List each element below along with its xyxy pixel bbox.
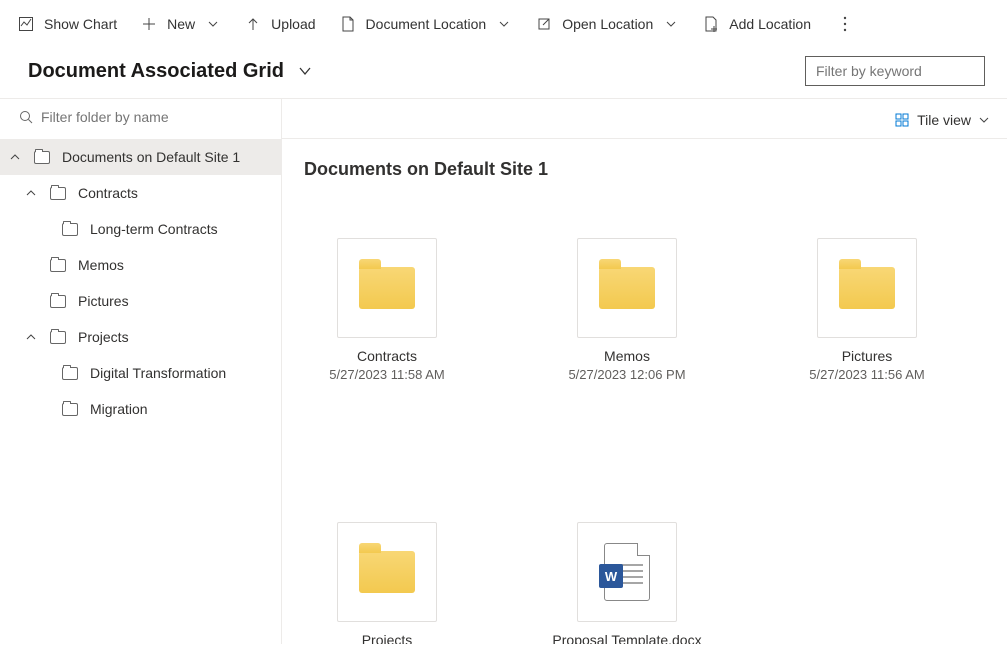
- content: Tile view Documents on Default Site 1 Co…: [282, 99, 1007, 644]
- tree-item[interactable]: Digital Transformation: [0, 355, 281, 391]
- folder-icon: [50, 295, 66, 308]
- folder-icon: [839, 267, 895, 309]
- show-chart-button[interactable]: Show Chart: [18, 16, 117, 32]
- tree-item-label: Documents on Default Site 1: [62, 149, 240, 165]
- folder-tile[interactable]: Contracts5/27/2023 11:58 AM: [337, 238, 437, 382]
- filter-keyword-input[interactable]: [816, 63, 974, 79]
- folder-icon: [50, 331, 66, 344]
- upload-label: Upload: [271, 16, 315, 32]
- add-location-button[interactable]: Add Location: [703, 16, 811, 32]
- chevron-right-icon[interactable]: [24, 258, 38, 272]
- tree-item-label: Digital Transformation: [90, 365, 226, 381]
- more-button[interactable]: [835, 16, 855, 32]
- tile-name: Projects: [362, 632, 413, 644]
- content-header: Documents on Default Site 1: [282, 139, 1007, 188]
- upload-button[interactable]: Upload: [245, 16, 315, 32]
- folder-tree: Documents on Default Site 1 Contracts Long…: [0, 135, 281, 427]
- chevron-down-icon: [663, 16, 679, 32]
- tile-thumbnail: [817, 238, 917, 338]
- filter-keyword[interactable]: [805, 56, 985, 86]
- tile-date: 5/27/2023 12:06 PM: [568, 367, 685, 382]
- tree-item-label: Pictures: [78, 293, 129, 309]
- tile-name: Pictures: [842, 348, 893, 364]
- chart-icon: [18, 16, 34, 32]
- tree-item-label: Migration: [90, 401, 148, 417]
- tile-thumbnail: W: [577, 522, 677, 622]
- word-document-icon: W: [604, 543, 650, 601]
- tree-item[interactable]: Documents on Default Site 1: [0, 139, 281, 175]
- tile-thumbnail: [577, 238, 677, 338]
- folder-filter-input[interactable]: [41, 109, 265, 125]
- content-topbar: Tile view: [282, 99, 1007, 139]
- search-icon: [19, 110, 33, 124]
- open-location-button[interactable]: Open Location: [536, 16, 679, 32]
- view-selector[interactable]: [298, 64, 312, 78]
- folder-tile[interactable]: Memos5/27/2023 12:06 PM: [577, 238, 677, 382]
- add-document-icon: [703, 16, 719, 32]
- chevron-up-icon[interactable]: [8, 150, 22, 164]
- folder-icon: [34, 151, 50, 164]
- tiles: Contracts5/27/2023 11:58 AMMemos5/27/202…: [282, 188, 1007, 644]
- open-location-label: Open Location: [562, 16, 653, 32]
- tile-date: 5/27/2023 11:58 AM: [329, 367, 444, 382]
- toolbar: Show Chart New Upload Document Location …: [0, 0, 1007, 48]
- add-location-label: Add Location: [729, 16, 811, 32]
- tile-name: Contracts: [357, 348, 417, 364]
- folder-icon: [50, 259, 66, 272]
- document-icon: [340, 16, 356, 32]
- folder-tile[interactable]: Pictures5/27/2023 11:56 AM: [817, 238, 917, 382]
- new-button[interactable]: New: [141, 16, 221, 32]
- open-icon: [536, 16, 552, 32]
- tree-item-label: Memos: [78, 257, 124, 273]
- chevron-right-icon[interactable]: [24, 294, 38, 308]
- folder-icon: [359, 551, 415, 593]
- tile-thumbnail: [337, 238, 437, 338]
- tree-item-label: Long-term Contracts: [90, 221, 218, 237]
- sidebar: Documents on Default Site 1 Contracts Long…: [0, 99, 282, 644]
- folder-filter[interactable]: [0, 99, 281, 135]
- document-location-label: Document Location: [366, 16, 487, 32]
- upload-icon: [245, 16, 261, 32]
- tree-item[interactable]: Contracts: [0, 175, 281, 211]
- tile-name: Proposal Template.docx: [552, 632, 701, 644]
- document-location-button[interactable]: Document Location: [340, 16, 513, 32]
- tree-item-label: Contracts: [78, 185, 138, 201]
- title-row: Document Associated Grid: [0, 48, 1007, 98]
- folder-icon: [359, 267, 415, 309]
- show-chart-label: Show Chart: [44, 16, 117, 32]
- chevron-up-icon[interactable]: [24, 186, 38, 200]
- view-title: Document Associated Grid: [28, 60, 284, 83]
- tree-item[interactable]: Memos: [0, 247, 281, 283]
- view-switch-label: Tile view: [917, 112, 971, 128]
- tree-item[interactable]: Migration: [0, 391, 281, 427]
- folder-icon: [62, 403, 78, 416]
- folder-icon: [50, 187, 66, 200]
- tree-item-label: Projects: [78, 329, 129, 345]
- tile-thumbnail: [337, 522, 437, 622]
- tile-view-icon: [895, 113, 909, 127]
- view-switch[interactable]: Tile view: [895, 112, 989, 128]
- chevron-down-icon: [496, 16, 512, 32]
- chevron-down-icon: [205, 16, 221, 32]
- main: Documents on Default Site 1 Contracts Long…: [0, 98, 1007, 644]
- tree-item[interactable]: Pictures: [0, 283, 281, 319]
- chevron-down-icon: [298, 64, 312, 78]
- more-vertical-icon: [843, 16, 847, 32]
- chevron-up-icon[interactable]: [24, 330, 38, 344]
- chevron-down-icon: [979, 115, 989, 125]
- tile-date: 5/27/2023 11:56 AM: [809, 367, 924, 382]
- tree-item[interactable]: Long-term Contracts: [0, 211, 281, 247]
- folder-tile[interactable]: Projects5/29/2023 8:47 AM: [337, 522, 437, 644]
- plus-icon: [141, 16, 157, 32]
- tree-item[interactable]: Projects: [0, 319, 281, 355]
- new-label: New: [167, 16, 195, 32]
- folder-icon: [599, 267, 655, 309]
- file-tile[interactable]: WProposal Template.docx5/29/2023 9:04 AM: [577, 522, 677, 644]
- folder-icon: [62, 223, 78, 236]
- folder-icon: [62, 367, 78, 380]
- tile-name: Memos: [604, 348, 650, 364]
